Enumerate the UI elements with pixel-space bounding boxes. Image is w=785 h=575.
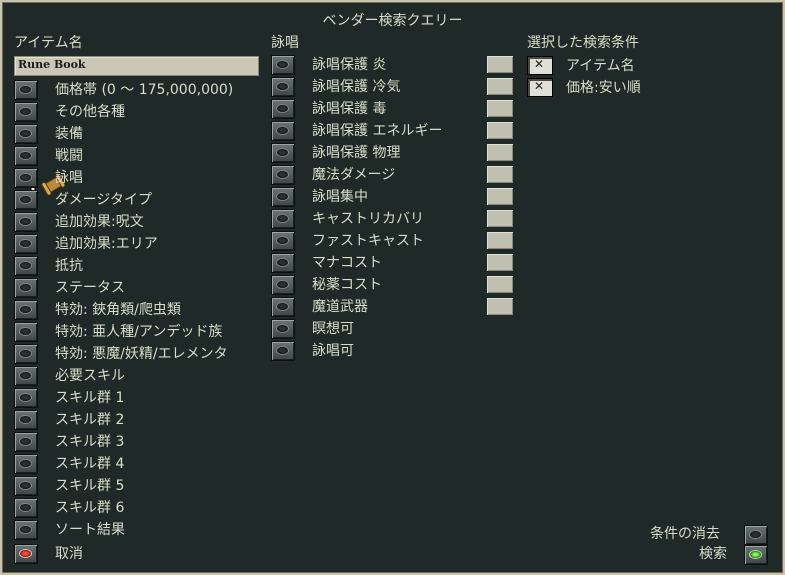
left-option-label: 価格帯 (0 〜 175,000,000)	[55, 82, 234, 98]
left-option-button[interactable]	[14, 366, 38, 386]
search-label: 検索	[699, 546, 727, 562]
left-option-button[interactable]	[14, 410, 38, 430]
left-option-label: ステータス	[55, 280, 125, 296]
chant-header: 詠唱	[271, 35, 299, 51]
left-option-button[interactable]	[14, 80, 38, 100]
left-option-label: 抵抗	[55, 258, 83, 274]
selected-conditions-header: 選択した検索条件	[527, 35, 639, 51]
left-option-button[interactable]	[14, 432, 38, 452]
chant-option-button[interactable]	[271, 187, 295, 207]
chant-option-label: 詠唱保護 炎	[312, 57, 387, 73]
window-title: ベンダー検索クエリー	[322, 13, 463, 29]
search-button[interactable]	[744, 545, 768, 565]
chant-option-button[interactable]	[271, 77, 295, 97]
left-option-button[interactable]	[14, 168, 38, 188]
left-option-label: 特効: 悪魔/妖精/エレメンタ	[55, 346, 228, 362]
left-option-button[interactable]	[14, 388, 38, 408]
left-option-label: 詠唱	[55, 170, 83, 186]
left-option-button[interactable]	[14, 498, 38, 518]
chant-option-label: 詠唱可	[312, 343, 354, 359]
vendor-search-window: ベンダー検索クエリー アイテム名 詠唱 選択した検索条件 Rune Book 取…	[0, 0, 785, 575]
left-option-button[interactable]	[14, 520, 38, 540]
left-option-label: ダメージタイプ	[55, 192, 153, 208]
selected-condition-label: アイテム名	[566, 58, 635, 74]
left-option-button[interactable]	[14, 278, 38, 298]
chant-option-label: 詠唱保護 エネルギー	[312, 123, 443, 139]
left-option-button[interactable]	[14, 212, 38, 232]
left-option-button[interactable]	[14, 300, 38, 320]
left-option-label: 必要スキル	[55, 368, 125, 384]
left-option-label: スキル群 2	[55, 412, 125, 428]
chant-value-input[interactable]	[487, 210, 513, 227]
left-option-button[interactable]	[14, 146, 38, 166]
chant-option-button[interactable]	[271, 341, 295, 361]
left-option-button[interactable]	[14, 190, 38, 210]
chant-option-label: 魔法ダメージ	[312, 167, 396, 183]
chant-option-button[interactable]	[271, 275, 295, 295]
item-name-input[interactable]: Rune Book	[14, 56, 259, 76]
left-option-label: 戦闘	[55, 148, 83, 164]
left-option-label: スキル群 4	[55, 456, 125, 472]
cancel-label: 取消	[55, 546, 83, 562]
chant-option-button[interactable]	[271, 143, 295, 163]
chant-value-input[interactable]	[487, 232, 513, 249]
chant-option-button[interactable]	[271, 319, 295, 339]
left-option-button[interactable]	[14, 234, 38, 254]
chant-option-button[interactable]	[271, 297, 295, 317]
chant-option-button[interactable]	[271, 165, 295, 185]
left-option-label: 特効: 亜人種/アンデッド族	[55, 324, 223, 340]
left-option-button[interactable]	[14, 256, 38, 276]
chant-value-input[interactable]	[487, 254, 513, 271]
item-name-header: アイテム名	[14, 35, 83, 51]
chant-option-button[interactable]	[271, 253, 295, 273]
chant-option-button[interactable]	[271, 121, 295, 141]
chant-option-button[interactable]	[271, 99, 295, 119]
chant-option-label: ファストキャスト	[312, 233, 424, 249]
chant-option-button[interactable]	[271, 231, 295, 251]
left-option-button[interactable]	[14, 322, 38, 342]
left-option-label: 追加効果:エリア	[55, 236, 158, 252]
chant-option-label: マナコスト	[312, 255, 382, 271]
chant-option-label: 詠唱保護 物理	[312, 145, 401, 161]
chant-option-label: 魔道武器	[312, 299, 368, 315]
chant-option-label: キャストリカバリ	[312, 211, 424, 227]
chant-option-label: 瞑想可	[312, 321, 354, 337]
left-option-label: スキル群 5	[55, 478, 125, 494]
remove-condition-icon[interactable]	[527, 56, 553, 75]
left-option-button[interactable]	[14, 102, 38, 122]
chant-value-input[interactable]	[487, 100, 513, 117]
chant-option-button[interactable]	[271, 55, 295, 75]
clear-conditions-button[interactable]	[744, 525, 768, 545]
left-option-button[interactable]	[14, 344, 38, 364]
left-option-label: その他各種	[55, 104, 125, 120]
chant-value-input[interactable]	[487, 56, 513, 73]
item-name-input-value: Rune Book	[18, 58, 86, 71]
left-option-label: スキル群 3	[55, 434, 125, 450]
chant-option-label: 詠唱保護 毒	[312, 101, 387, 117]
left-option-label: 追加効果:呪文	[55, 214, 144, 230]
remove-condition-icon[interactable]	[527, 78, 553, 97]
left-option-label: 装備	[55, 126, 83, 142]
clear-conditions-label: 条件の消去	[650, 526, 720, 542]
chant-option-button[interactable]	[271, 209, 295, 229]
chant-value-input[interactable]	[487, 144, 513, 161]
chant-value-input[interactable]	[487, 188, 513, 205]
left-option-label: スキル群 1	[55, 390, 125, 406]
cancel-button[interactable]	[14, 544, 38, 564]
left-option-button[interactable]	[14, 454, 38, 474]
left-option-label: 特効: 鋏角類/爬虫類	[55, 302, 181, 318]
chant-option-label: 詠唱保護 冷気	[312, 79, 401, 95]
chant-value-input[interactable]	[487, 166, 513, 183]
left-option-label: ソート結果	[55, 522, 125, 538]
left-option-button[interactable]	[14, 124, 38, 144]
chant-option-label: 詠唱集中	[312, 189, 368, 205]
left-option-button[interactable]	[14, 476, 38, 496]
chant-option-label: 秘薬コスト	[312, 277, 382, 293]
chant-value-input[interactable]	[487, 78, 513, 95]
selected-condition-label: 価格:安い順	[566, 80, 641, 96]
chant-value-input[interactable]	[487, 122, 513, 139]
left-option-label: スキル群 6	[55, 500, 125, 516]
chant-value-input[interactable]	[487, 298, 513, 315]
chant-value-input[interactable]	[487, 276, 513, 293]
